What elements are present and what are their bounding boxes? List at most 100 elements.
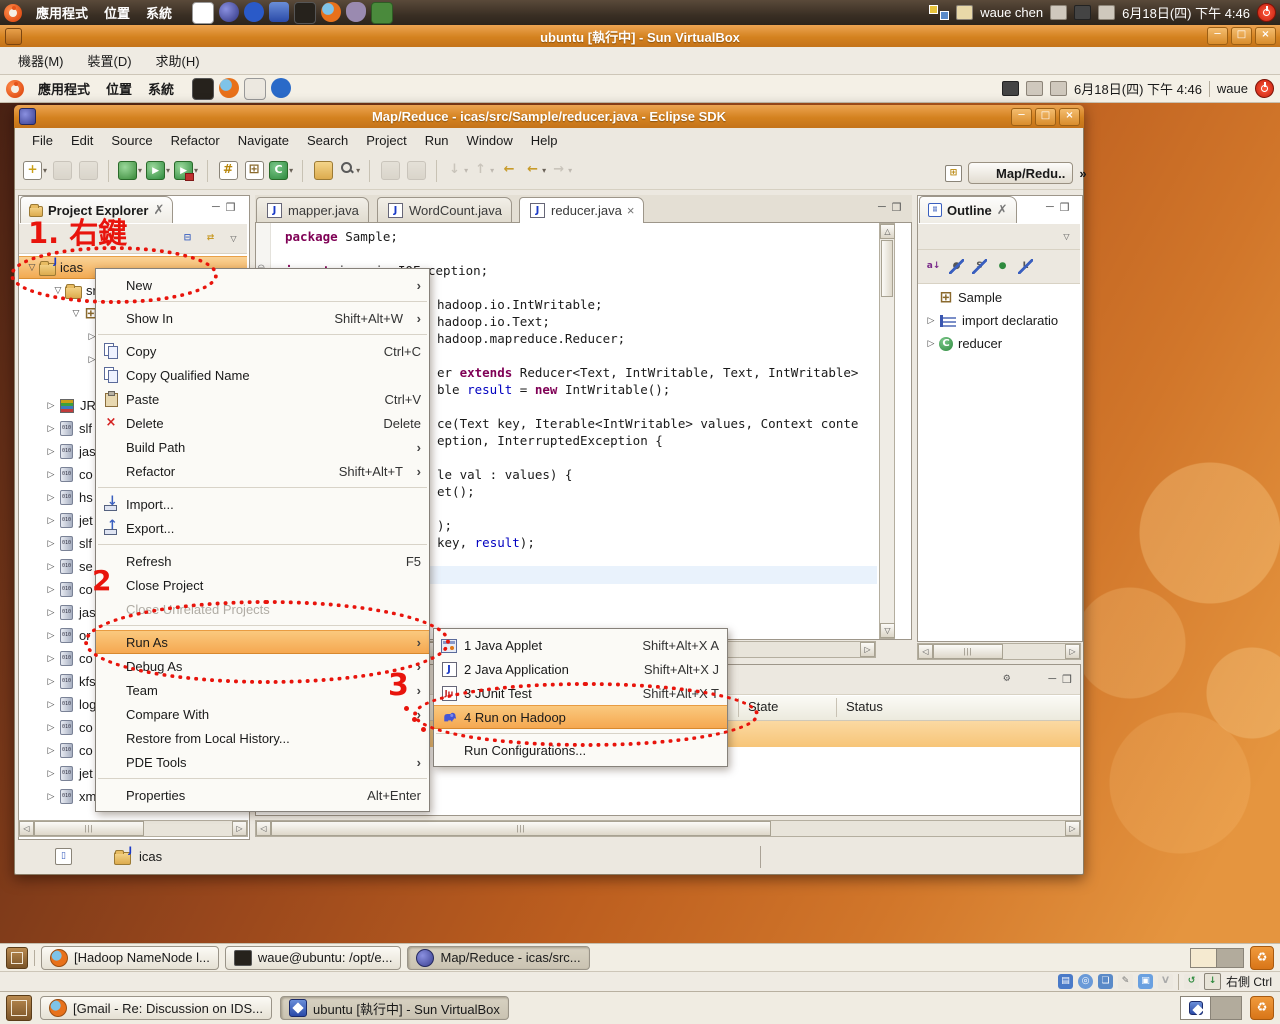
host-show-desktop-icon[interactable] bbox=[6, 995, 32, 1021]
mapreduce-perspective-button[interactable]: Map/Redu.. bbox=[968, 162, 1073, 184]
context-menu-item-copy-qualified-name[interactable]: Copy Qualified Name bbox=[96, 363, 429, 387]
outline-close-icon[interactable]: ✗ bbox=[997, 202, 1008, 218]
workspace-applet-icon[interactable] bbox=[929, 5, 949, 20]
guest-ubuntu-logo-icon[interactable] bbox=[6, 80, 24, 98]
eclipse-menu-window[interactable]: Window bbox=[458, 130, 522, 151]
run-gears-icon[interactable]: ⚙ bbox=[999, 672, 1014, 687]
launcher-eclipse-icon[interactable] bbox=[219, 2, 239, 22]
new-wizard-button[interactable]: +▾ bbox=[23, 159, 47, 183]
run-as-submenu-item-3-junit-test[interactable]: Ju3 JUnit TestShift+Alt+X T bbox=[434, 681, 727, 705]
context-menu-item-pde-tools[interactable]: PDE Tools› bbox=[96, 750, 429, 774]
hide-fields-icon[interactable]: ● bbox=[949, 259, 964, 274]
editor-tab-reducer-java[interactable]: Jreducer.java× bbox=[519, 197, 644, 223]
guest-launcher-mail-icon[interactable] bbox=[244, 78, 266, 100]
eclipse-maximize-button[interactable]: □ bbox=[1035, 108, 1056, 126]
eclipse-close-button[interactable]: × bbox=[1059, 108, 1080, 126]
last-edit-location-button[interactable]: ← bbox=[498, 159, 520, 183]
guest-clock[interactable]: 6月18日(四) 下午 4:46 bbox=[1074, 79, 1202, 98]
run-as-submenu-item-run-configurations-[interactable]: Run Configurations... bbox=[434, 738, 727, 762]
hide-nonpublic-icon[interactable]: ● bbox=[995, 259, 1010, 274]
guest-trash-icon[interactable]: ♻ bbox=[1250, 946, 1274, 970]
run-as-submenu-item-1-java-applet[interactable]: 1 Java AppletShift+Alt+X A bbox=[434, 633, 727, 657]
vbox-menu-d[interactable]: 裝置(D) bbox=[78, 48, 142, 73]
launcher-firefox-icon[interactable] bbox=[321, 2, 341, 22]
run-as-submenu-item-2-java-application[interactable]: J2 Java ApplicationShift+Alt+X J bbox=[434, 657, 727, 681]
eclipse-menu-project[interactable]: Project bbox=[357, 130, 415, 151]
context-menu-item-copy[interactable]: CopyCtrl+C bbox=[96, 339, 429, 363]
vbox-titlebar[interactable]: ubuntu [執行中] - Sun VirtualBox ─ □ × bbox=[0, 25, 1280, 47]
open-resource-button[interactable] bbox=[312, 159, 334, 183]
open-perspective-icon[interactable]: ⊞ bbox=[945, 165, 962, 182]
context-menu-item-restore-from-local-history-[interactable]: Restore from Local History... bbox=[96, 726, 429, 750]
host-taskbar-button--gmail-re-discussion-on-ids-[interactable]: [Gmail - Re: Discussion on IDS... bbox=[40, 996, 272, 1020]
guest-menu-[interactable]: 系統 bbox=[140, 76, 182, 101]
eclipse-titlebar[interactable]: Map/Reduce - icas/src/Sample/reducer.jav… bbox=[14, 105, 1084, 128]
search-button[interactable]: ▾ bbox=[338, 159, 360, 183]
guest-taskbar-button-waue-ubuntu-opt-e-[interactable]: waue@ubuntu: /opt/e... bbox=[225, 946, 402, 970]
eclipse-menu-search[interactable]: Search bbox=[298, 130, 357, 151]
main-hscrollbar[interactable]: ◁||| ▷ bbox=[255, 820, 1081, 837]
context-menu-item-debug-as[interactable]: Debug As› bbox=[96, 654, 429, 678]
editor-tab-WordCount-java[interactable]: JWordCount.java bbox=[377, 197, 512, 223]
tab-close-icon[interactable]: × bbox=[627, 203, 635, 218]
guest-taskbar-button--hadoop-namenode-l-[interactable]: [Hadoop NameNode l... bbox=[41, 946, 219, 970]
external-tools-button[interactable]: ▶▾ bbox=[174, 159, 198, 183]
back-button[interactable]: ←▾ bbox=[524, 159, 546, 183]
open-type-button[interactable]: # bbox=[217, 159, 239, 183]
launcher-virtualbox-icon[interactable] bbox=[269, 2, 289, 22]
context-menu-item-show-in[interactable]: Show InShift+Alt+W› bbox=[96, 306, 429, 330]
editor-vscrollbar[interactable]: △ ▽ bbox=[879, 223, 895, 639]
guest-launcher-firefox-icon[interactable] bbox=[219, 78, 239, 98]
eclipse-menu-edit[interactable]: Edit bbox=[62, 130, 102, 151]
host-workspace-switcher[interactable] bbox=[1180, 996, 1242, 1020]
editor-tab-mapper-java[interactable]: Jmapper.java bbox=[256, 197, 369, 223]
eclipse-menu-source[interactable]: Source bbox=[102, 130, 161, 151]
guest-logout-icon[interactable] bbox=[1255, 79, 1274, 98]
context-menu-item-refactor[interactable]: RefactorShift+Alt+T› bbox=[96, 459, 429, 483]
eclipse-menu-refactor[interactable]: Refactor bbox=[162, 130, 229, 151]
launcher-note-icon[interactable] bbox=[192, 2, 214, 24]
perspective-overflow-chevron[interactable]: » bbox=[1079, 166, 1086, 181]
eclipse-minimize-button[interactable]: ─ bbox=[1011, 108, 1032, 126]
context-menu-item-properties[interactable]: PropertiesAlt+Enter bbox=[96, 783, 429, 807]
project-explorer-hscrollbar[interactable]: ◁||| ▷ bbox=[18, 820, 248, 837]
column-state[interactable]: State bbox=[748, 699, 778, 714]
hide-local-types-icon[interactable]: L bbox=[1018, 259, 1033, 274]
host-taskbar-button-ubuntu-sun-virtualbox[interactable]: ubuntu [執行中] - Sun VirtualBox bbox=[280, 996, 509, 1020]
context-menu-item-delete[interactable]: ×DeleteDelete bbox=[96, 411, 429, 435]
vbox-minimize-button[interactable]: ─ bbox=[1207, 27, 1228, 45]
new-hadoop-location-icon[interactable] bbox=[1023, 672, 1039, 688]
guest-workspace-switcher[interactable] bbox=[1190, 948, 1244, 968]
sort-icon[interactable]: a↓ bbox=[926, 259, 941, 274]
host-menu-[interactable]: 應用程式 bbox=[28, 1, 96, 24]
eclipse-menu-help[interactable]: Help bbox=[522, 130, 567, 151]
keyboard-indicator-icon[interactable] bbox=[1050, 5, 1067, 20]
guest-menu-[interactable]: 位置 bbox=[98, 76, 140, 101]
close-view-icon[interactable]: ✗ bbox=[153, 202, 164, 218]
vbox-menu-m[interactable]: 機器(M) bbox=[8, 48, 74, 73]
context-menu-item-team[interactable]: Team› bbox=[96, 678, 429, 702]
host-trash-icon[interactable]: ♻ bbox=[1250, 996, 1274, 1020]
context-menu-item-refresh[interactable]: RefreshF5 bbox=[96, 549, 429, 573]
vbox-maximize-button[interactable]: □ bbox=[1231, 27, 1252, 45]
link-with-editor-icon[interactable]: ⇄ bbox=[203, 231, 218, 246]
outline-minmax[interactable]: ─❒ bbox=[1046, 201, 1070, 214]
display-tray-icon[interactable] bbox=[1074, 5, 1091, 20]
eclipse-menu-navigate[interactable]: Navigate bbox=[229, 130, 298, 151]
guest-username[interactable]: waue bbox=[1217, 81, 1248, 96]
outline-item-Sample[interactable]: ⊞Sample bbox=[918, 286, 1080, 309]
host-clock[interactable]: 6月18日(四) 下午 4:46 bbox=[1122, 3, 1250, 22]
guest-show-desktop-icon[interactable] bbox=[6, 947, 28, 969]
search-tray-icon[interactable] bbox=[956, 5, 973, 20]
guest-taskbar-button-map-reduce-icas-src-[interactable]: Map/Reduce - icas/src... bbox=[407, 946, 589, 970]
context-menu-item-export-[interactable]: Export... bbox=[96, 516, 429, 540]
debug-button[interactable]: ▾ bbox=[118, 159, 142, 183]
guest-display-tray-icon[interactable] bbox=[1002, 81, 1019, 96]
context-menu-item-close-project[interactable]: Close Project bbox=[96, 573, 429, 597]
launcher-book-icon[interactable] bbox=[371, 2, 393, 24]
host-menu-[interactable]: 系統 bbox=[138, 1, 180, 24]
vbox-close-button[interactable]: × bbox=[1255, 27, 1276, 45]
vbox-menu-h[interactable]: 求助(H) bbox=[146, 48, 210, 73]
new-package-button[interactable]: ⊞ bbox=[243, 159, 265, 183]
ubuntu-logo-icon[interactable] bbox=[4, 4, 22, 22]
